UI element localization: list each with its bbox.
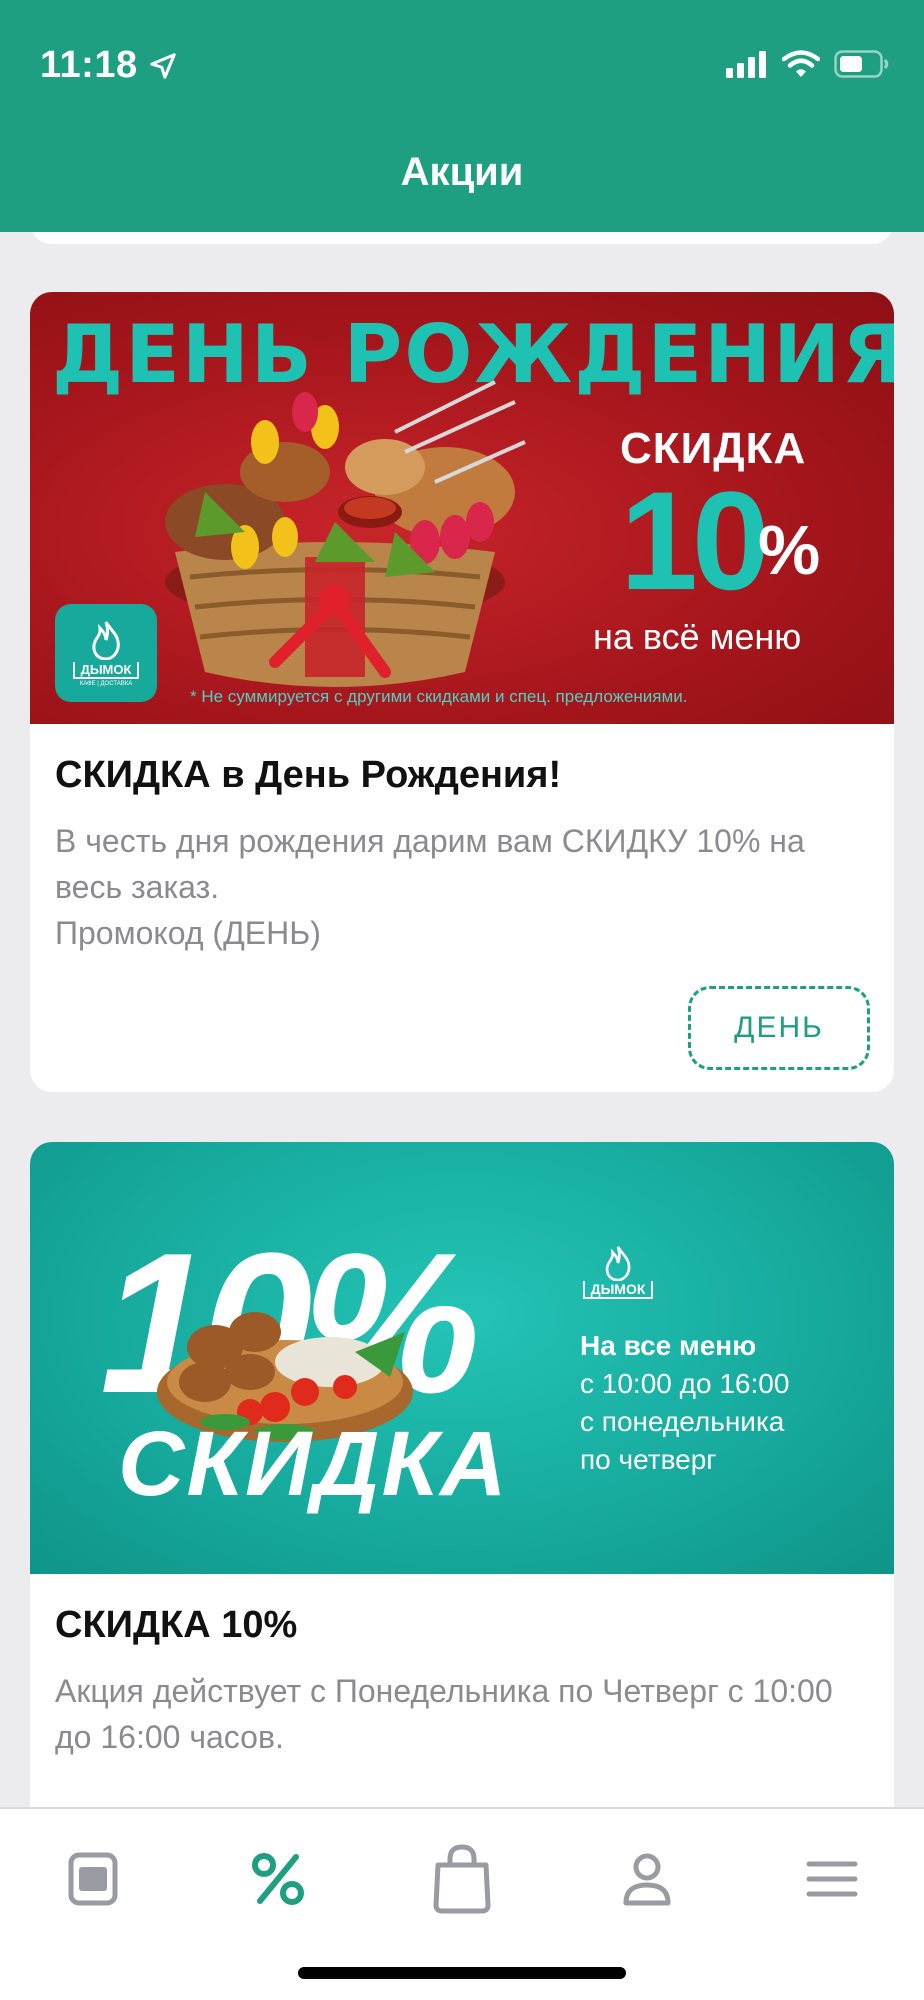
banner-scope: на всё меню xyxy=(593,616,802,657)
status-icons xyxy=(726,50,890,78)
logo-text: ДЫМОК xyxy=(582,1281,654,1299)
promotion-description: В честь дня рождения дарим вам СКИДКУ 10… xyxy=(55,823,805,905)
menu-book-icon xyxy=(68,1852,118,1906)
banner-discount-value: 10 xyxy=(620,462,770,619)
logo-text: ДЫМОК xyxy=(72,661,140,679)
promotion-title: СКИДКА 10% xyxy=(55,1604,298,1646)
promotion-title: СКИДКА в День Рождения! xyxy=(55,754,562,796)
flame-icon xyxy=(605,1246,631,1281)
promo-code-line: Промокод (ДЕНЬ) xyxy=(55,915,321,951)
promotion-card[interactable]: 10% СКИДКА ДЫМОК На все меню с 10:00 до … xyxy=(30,1142,894,1807)
percent-icon xyxy=(252,1853,304,1905)
banner-line-1: На все меню xyxy=(580,1330,757,1361)
app-header: 11:18 Акции xyxy=(0,0,924,232)
clock: 11:18 xyxy=(40,44,138,86)
tab-profile[interactable] xyxy=(602,1839,692,1919)
previous-card-edge xyxy=(30,232,894,244)
user-icon xyxy=(623,1853,671,1906)
dymok-logo: ДЫМОК xyxy=(578,1234,658,1310)
page-title: Акции xyxy=(400,150,524,194)
banner-big-word: СКИДКА xyxy=(118,1413,509,1515)
status-time: 11:18 xyxy=(40,44,178,87)
food-basket-illustration xyxy=(165,380,526,687)
wifi-icon xyxy=(782,50,820,77)
home-indicator[interactable] xyxy=(298,1967,626,1979)
tab-more[interactable] xyxy=(787,1839,877,1919)
banner-line-4: по четверг xyxy=(580,1444,717,1475)
weekday-discount-banner: 10% СКИДКА ДЫМОК На все меню с 10:00 до … xyxy=(30,1142,894,1574)
promotion-card[interactable]: ДЕНЬ РОЖДЕНИЯ? СКИДКА 10 % на всё меню Д… xyxy=(30,292,894,1092)
promotions-list[interactable]: ДЕНЬ РОЖДЕНИЯ? СКИДКА 10 % на всё меню Д… xyxy=(0,232,924,1807)
promotion-description: Акция действует с Понедельника по Четвер… xyxy=(55,1673,833,1755)
banner-discount-percent: % xyxy=(758,511,821,589)
logo-subtext: КАФЕ | ДОСТАВКА xyxy=(79,680,133,687)
status-bar: 11:18 xyxy=(0,0,924,120)
tab-menu[interactable] xyxy=(48,1839,138,1919)
birthday-banner: ДЕНЬ РОЖДЕНИЯ? СКИДКА 10 % на всё меню Д… xyxy=(30,292,894,724)
promo-code-button[interactable]: ДЕНЬ xyxy=(688,986,870,1070)
shopping-bag-icon xyxy=(433,1844,491,1914)
battery-icon xyxy=(834,50,889,78)
tab-promotions[interactable] xyxy=(233,1839,323,1919)
banner-line-2: с 10:00 до 16:00 xyxy=(580,1368,790,1399)
flame-icon xyxy=(92,620,120,660)
hamburger-icon xyxy=(806,1861,858,1897)
banner-footnote: * Не суммируется с другими скидками и сп… xyxy=(190,687,688,706)
banner-line-3: с понедельника xyxy=(580,1406,785,1437)
location-arrow-icon xyxy=(149,52,176,79)
tab-cart[interactable] xyxy=(417,1839,507,1919)
dymok-logo: ДЫМОК КАФЕ | ДОСТАВКА xyxy=(55,604,157,702)
cellular-signal-icon xyxy=(726,51,766,78)
